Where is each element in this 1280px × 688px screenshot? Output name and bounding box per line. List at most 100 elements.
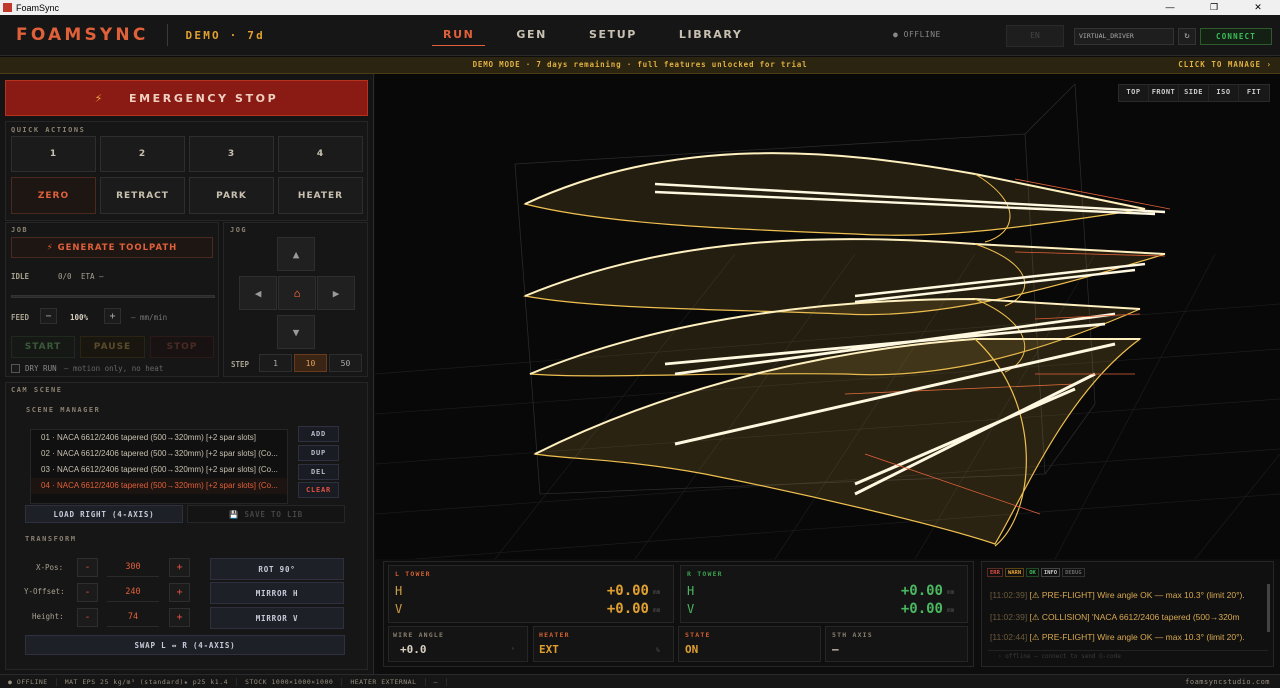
yoffset-input[interactable]: 240 [107,583,159,602]
close-icon[interactable]: ✕ [1236,2,1280,13]
step-50-button[interactable]: 50 [329,354,362,372]
height-input[interactable]: 74 [107,608,159,627]
quick-actions-section: QUICK ACTIONS 1 2 3 4 ZERO RETRACT PARK … [5,121,368,221]
step-label: STEP [231,360,250,369]
quick-action-4-button[interactable]: 4 [278,136,363,172]
yoffset-decrease-button[interactable]: - [77,583,98,602]
jog-label: JOG [230,226,248,234]
refresh-icon[interactable]: ↻ [1178,27,1196,45]
log-line: [11:02:39] [⚠ COLLISION] 'NACA 6612/2406… [990,612,1240,622]
3d-viewport[interactable]: TOP FRONT SIDE ISO FIT [375,74,1280,559]
view-top-button[interactable]: TOP [1119,85,1149,101]
xpos-input[interactable]: 300 [107,558,159,577]
feed-label: FEED [11,313,30,322]
generate-toolpath-button[interactable]: ⚡ GENERATE TOOLPATH [11,237,213,258]
quick-action-3-button[interactable]: 3 [189,136,274,172]
job-progress-bar [11,295,215,298]
park-button[interactable]: PARK [189,177,274,214]
language-select[interactable]: EN [1006,25,1064,47]
left-tower-readout: L TOWER H V +0.00 +0.00 mm mm [388,565,674,623]
minimize-icon[interactable]: — [1148,2,1192,13]
filter-ok-toggle[interactable]: OK [1026,568,1039,577]
feed-increase-button[interactable]: + [104,308,121,324]
xpos-increase-button[interactable]: + [169,558,190,577]
jog-right-button[interactable]: ▶ [317,276,355,310]
scene-manager-label: SCENE MANAGER [26,406,101,414]
tab-gen[interactable]: GEN [505,15,558,56]
wire-angle-readout: WIRE ANGLE +0.0 ° [388,626,528,662]
home-icon[interactable]: ⌂ [278,276,316,310]
console-scrollbar[interactable] [1267,584,1270,632]
step-10-button[interactable]: 10 [294,354,327,372]
app-header: FOAMSYNC DEMO · 7d RUN GEN SETUP LIBRARY… [0,15,1280,56]
save-to-library-button[interactable]: 💾 SAVE TO LIB [187,505,345,523]
filter-err-toggle[interactable]: ERR [987,568,1003,577]
view-front-button[interactable]: FRONT [1149,85,1179,101]
status-heater[interactable]: HEATER EXTERNAL [342,677,426,686]
scene-item-03[interactable]: 03 · NACA 6612/2406 tapered (500→320mm) … [31,462,287,478]
gcode-command-input[interactable]: › offline — connect to send G-code [988,650,1268,662]
manage-license-link[interactable]: CLICK TO MANAGE › [1178,57,1272,73]
website-link[interactable]: foamsyncstudio.com [1185,678,1280,686]
rotate-90-button[interactable]: ROT 90° [210,558,344,580]
maximize-icon[interactable]: ❐ [1192,2,1236,13]
driver-select[interactable]: VIRTUAL_DRIVER [1074,27,1174,45]
xpos-decrease-button[interactable]: - [77,558,98,577]
height-label: Height: [32,612,64,621]
tab-setup[interactable]: SETUP [578,15,648,56]
scene-item-02[interactable]: 02 · NACA 6612/2406 tapered (500→320mm) … [31,446,287,462]
heater-value: EXT [539,643,559,656]
scene-item-01[interactable]: 01 · NACA 6612/2406 tapered (500→320mm) … [31,430,287,446]
delete-scene-button[interactable]: DEL [298,464,339,480]
clear-scenes-button[interactable]: CLEAR [298,482,339,498]
emergency-stop-button[interactable]: ⚡ EMERGENCY STOP [5,80,368,116]
pause-button[interactable]: PAUSE [80,336,145,358]
zero-button[interactable]: ZERO [11,177,96,214]
fifth-axis-readout: 5TH AXIS — [825,626,968,662]
filter-debug-toggle[interactable]: DEBUG [1062,568,1085,577]
mirror-h-button[interactable]: MIRROR H [210,582,344,604]
feed-decrease-button[interactable]: − [40,308,57,324]
yoffset-increase-button[interactable]: + [169,583,190,602]
view-iso-button[interactable]: ISO [1209,85,1239,101]
swap-left-right-button[interactable]: SWAP L ↔ R (4-AXIS) [25,635,345,655]
cam-scene-label: CAM SCENE [11,386,63,394]
view-side-button[interactable]: SIDE [1179,85,1209,101]
duplicate-scene-button[interactable]: DUP [298,445,339,461]
start-button[interactable]: START [11,336,75,358]
mirror-v-button[interactable]: MIRROR V [210,607,344,629]
quick-action-2-button[interactable]: 2 [100,136,185,172]
heater-label: HEATER [539,631,570,639]
control-panel: ⚡ EMERGENCY STOP QUICK ACTIONS 1 2 3 4 Z… [0,74,374,674]
fifth-axis-value: — [832,643,839,656]
filter-warn-toggle[interactable]: WARN [1004,568,1025,577]
heater-readout: HEATER EXT % [533,626,674,662]
status-material[interactable]: MAT EPS 25 kg/m³ (standard)★ p25 k1.4 [57,677,238,686]
demo-banner-text: DEMO MODE · 7 days remaining · full feat… [472,60,808,69]
jog-down-button[interactable]: ▼ [277,315,315,349]
status-stock[interactable]: STOCK 1000×1000×1000 [237,677,343,686]
step-1-button[interactable]: 1 [259,354,292,372]
demo-badge[interactable]: DEMO · 7d [186,29,265,42]
load-right-button[interactable]: LOAD RIGHT (4-AXIS) [25,505,183,523]
right-v-axis-label: V [687,602,695,616]
filter-info-toggle[interactable]: INFO [1040,568,1061,577]
jog-left-button[interactable]: ◀ [239,276,277,310]
heater-button[interactable]: HEATER [278,177,363,214]
stop-button[interactable]: STOP [150,336,214,358]
dry-run-checkbox[interactable] [11,364,20,373]
height-increase-button[interactable]: + [169,608,190,627]
quick-action-1-button[interactable]: 1 [11,136,96,172]
scene-item-04[interactable]: 04 · NACA 6612/2406 tapered (500→320mm) … [31,478,287,494]
tab-run[interactable]: RUN [432,15,486,56]
tab-library[interactable]: LIBRARY [668,15,754,56]
connect-button[interactable]: CONNECT [1200,27,1272,45]
right-h-value: +0.00 [900,583,943,599]
add-scene-button[interactable]: ADD [298,426,339,442]
wing-layer-1 [523,152,1171,243]
feed-value: 100% [70,313,89,322]
height-decrease-button[interactable]: - [77,608,98,627]
view-fit-button[interactable]: FIT [1239,85,1269,101]
jog-up-button[interactable]: ▲ [277,237,315,271]
retract-button[interactable]: RETRACT [100,177,185,214]
